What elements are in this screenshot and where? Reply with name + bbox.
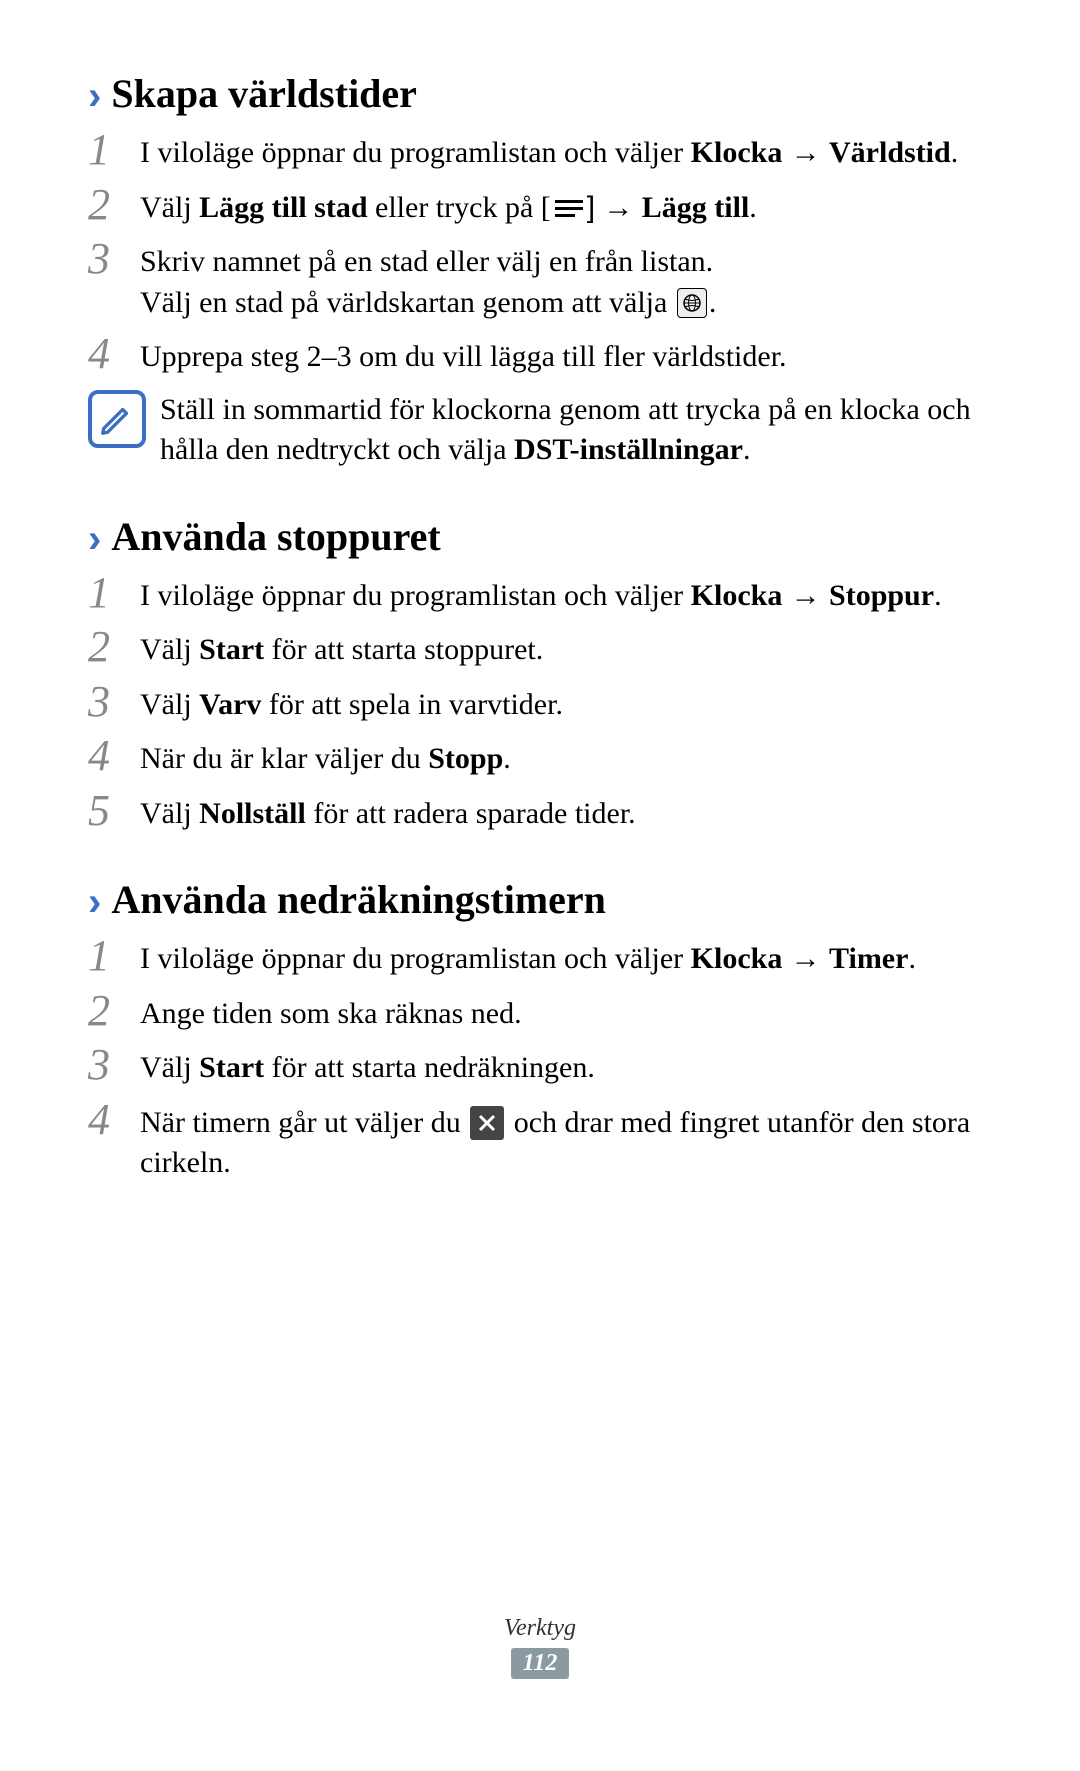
step-content: Välj Nollställ för att radera sparade ti… xyxy=(140,788,992,835)
menu-icon xyxy=(553,196,585,220)
step-3: 3 Välj Start för att starta nedräkningen… xyxy=(88,1042,992,1089)
footer-page-number: 112 xyxy=(511,1648,570,1679)
step-number: 3 xyxy=(88,1042,140,1088)
section-heading-world-clocks: › Skapa världstider xyxy=(88,70,992,117)
step-number: 3 xyxy=(88,236,140,282)
note-box: Ställ in sommartid för klockorna genom a… xyxy=(88,390,992,471)
heading-text: Använda stoppuret xyxy=(111,513,440,560)
globe-icon xyxy=(677,288,707,318)
step-1: 1 I viloläge öppnar du programlistan och… xyxy=(88,933,992,980)
section-heading-stopwatch: › Använda stoppuret xyxy=(88,513,992,560)
heading-text: Skapa världstider xyxy=(111,70,417,117)
step-content: Ange tiden som ska räknas ned. xyxy=(140,988,992,1035)
step-4: 4 Upprepa steg 2–3 om du vill lägga till… xyxy=(88,331,992,378)
step-content: Välj Varv för att spela in varvtider. xyxy=(140,679,992,726)
step-number: 2 xyxy=(88,182,140,228)
note-content: Ställ in sommartid för klockorna genom a… xyxy=(160,390,992,471)
page-footer: Verktyg 112 xyxy=(0,1615,1080,1679)
section-heading-countdown-timer: › Använda nedräkningstimern xyxy=(88,876,992,923)
step-number: 3 xyxy=(88,679,140,725)
step-number: 4 xyxy=(88,733,140,779)
step-number: 2 xyxy=(88,988,140,1034)
step-4: 4 När timern går ut väljer du och drar m… xyxy=(88,1097,992,1184)
step-5: 5 Välj Nollställ för att radera sparade … xyxy=(88,788,992,835)
step-2: 2 Ange tiden som ska räknas ned. xyxy=(88,988,992,1035)
step-number: 5 xyxy=(88,788,140,834)
step-number: 1 xyxy=(88,933,140,979)
step-number: 1 xyxy=(88,127,140,173)
step-content: I viloläge öppnar du programlistan och v… xyxy=(140,127,992,174)
step-content: Välj Lägg till stad eller tryck på [] → … xyxy=(140,182,992,229)
chevron-icon: › xyxy=(88,76,101,116)
step-3: 3 Skriv namnet på en stad eller välj en … xyxy=(88,236,992,323)
chevron-icon: › xyxy=(88,882,101,922)
step-1: 1 I viloläge öppnar du programlistan och… xyxy=(88,570,992,617)
dismiss-x-icon xyxy=(470,1106,504,1140)
step-4: 4 När du är klar väljer du Stopp. xyxy=(88,733,992,780)
step-number: 4 xyxy=(88,1097,140,1143)
step-1: 1 I viloläge öppnar du programlistan och… xyxy=(88,127,992,174)
step-number: 4 xyxy=(88,331,140,377)
heading-text: Använda nedräkningstimern xyxy=(111,876,606,923)
step-number: 2 xyxy=(88,624,140,670)
step-content: Skriv namnet på en stad eller välj en fr… xyxy=(140,236,992,323)
step-content: Välj Start för att starta stoppuret. xyxy=(140,624,992,671)
step-3: 3 Välj Varv för att spela in varvtider. xyxy=(88,679,992,726)
step-2: 2 Välj Lägg till stad eller tryck på [] … xyxy=(88,182,992,229)
step-content: I viloläge öppnar du programlistan och v… xyxy=(140,933,992,980)
chevron-icon: › xyxy=(88,519,101,559)
step-2: 2 Välj Start för att starta stoppuret. xyxy=(88,624,992,671)
step-content: I viloläge öppnar du programlistan och v… xyxy=(140,570,992,617)
step-number: 1 xyxy=(88,570,140,616)
note-pencil-icon xyxy=(88,390,146,448)
step-content: När du är klar väljer du Stopp. xyxy=(140,733,992,780)
step-content: När timern går ut väljer du och drar med… xyxy=(140,1097,992,1184)
step-content: Välj Start för att starta nedräkningen. xyxy=(140,1042,992,1089)
footer-section-label: Verktyg xyxy=(0,1615,1080,1642)
step-content: Upprepa steg 2–3 om du vill lägga till f… xyxy=(140,331,992,378)
page-content: › Skapa världstider 1 I viloläge öppnar … xyxy=(0,0,1080,1184)
